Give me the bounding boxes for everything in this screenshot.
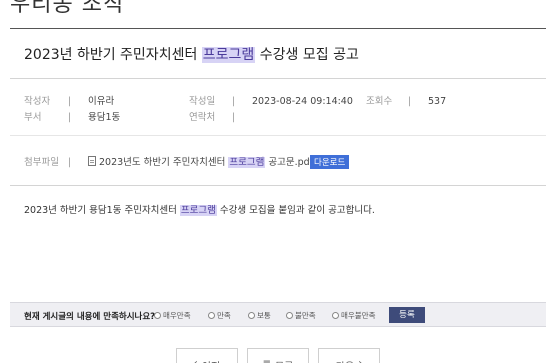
survey-question: 현재 게시글의 내용에 만족하시나요? xyxy=(24,312,156,322)
content-text: 2023년 하반기 용담1동 주민자치센터 xyxy=(24,205,180,216)
survey-option-satisfied[interactable]: 만족 xyxy=(208,310,231,321)
separator: | xyxy=(68,157,72,168)
survey-option-very-dissatisfied[interactable]: 매우불만족 xyxy=(332,310,376,321)
list-label: 목록 xyxy=(275,358,293,363)
contact-label: 연락처 xyxy=(189,112,216,123)
author-value: 이유라 xyxy=(88,96,115,107)
search-highlight: 프로그램 xyxy=(179,205,217,216)
chevron-left-icon: ‹ xyxy=(194,358,198,363)
separator: | xyxy=(68,96,72,107)
views-value: 537 xyxy=(428,96,447,107)
radio-icon[interactable] xyxy=(286,312,293,319)
chevron-right-icon: › xyxy=(358,358,362,363)
search-highlight: 프로그램 xyxy=(228,157,266,168)
dept-label: 부서 xyxy=(24,112,42,123)
satisfaction-survey: 현재 게시글의 내용에 만족하시나요? 매우만족 만족 보통 불만족 매우불만족… xyxy=(10,302,546,327)
prev-label: 이전 xyxy=(202,358,220,363)
separator: | xyxy=(408,96,412,107)
download-button[interactable]: 다운로드 xyxy=(310,155,350,169)
list-button[interactable]: ≡ 목록 xyxy=(247,348,309,363)
option-label: 보통 xyxy=(257,311,271,320)
next-button[interactable]: 다음 › xyxy=(318,348,380,363)
post-content: 2023년 하반기 용담1동 주민자치센터 프로그램 수강생 모집을 붙임과 같… xyxy=(24,202,375,216)
next-label: 다음 xyxy=(336,358,354,363)
attachment-link[interactable]: 2023년도 하반기 주민자치센터 프로그램 공고문.pdf xyxy=(99,157,313,169)
post-title-text-end: 수강생 모집 공고 xyxy=(255,47,359,63)
date-label: 작성일 xyxy=(189,96,216,107)
separator: | xyxy=(232,112,236,123)
search-highlight: 프로그램 xyxy=(201,47,256,63)
page-title: 우리동 조직 xyxy=(10,0,125,17)
survey-option-dissatisfied[interactable]: 불만족 xyxy=(286,310,316,321)
file-icon xyxy=(88,156,96,166)
prev-button[interactable]: ‹ 이전 xyxy=(176,348,238,363)
attachment-name-end: 공고문.pdf xyxy=(265,157,314,168)
date-value: 2023-08-24 09:14:40 xyxy=(252,96,353,107)
divider xyxy=(10,78,546,79)
post-title-text: 2023년 하반기 주민자치센터 xyxy=(24,47,202,63)
survey-option-very-satisfied[interactable]: 매우만족 xyxy=(154,310,191,321)
radio-icon[interactable] xyxy=(332,312,339,319)
author-label: 작성자 xyxy=(24,96,51,107)
survey-option-neutral[interactable]: 보통 xyxy=(248,310,271,321)
survey-submit-button[interactable]: 등록 xyxy=(389,307,425,323)
attachment-name: 2023년도 하반기 주민자치센터 xyxy=(99,157,229,168)
radio-icon[interactable] xyxy=(208,312,215,319)
attachment-label: 첨부파일 xyxy=(24,157,59,168)
option-label: 매우만족 xyxy=(163,311,191,320)
title-divider xyxy=(10,28,546,29)
list-icon: ≡ xyxy=(263,358,271,363)
option-label: 불만족 xyxy=(295,311,316,320)
separator: | xyxy=(232,96,236,107)
option-label: 매우불만족 xyxy=(341,311,376,320)
dept-value: 용담1동 xyxy=(88,112,121,123)
option-label: 만족 xyxy=(217,311,231,320)
separator: | xyxy=(68,112,72,123)
radio-icon[interactable] xyxy=(154,312,161,319)
views-label: 조회수 xyxy=(366,96,393,107)
divider xyxy=(10,185,546,186)
divider xyxy=(10,135,546,136)
content-text-end: 수강생 모집을 붙임과 같이 공고합니다. xyxy=(216,205,375,216)
post-title: 2023년 하반기 주민자치센터 프로그램 수강생 모집 공고 xyxy=(24,44,359,64)
radio-icon[interactable] xyxy=(248,312,255,319)
